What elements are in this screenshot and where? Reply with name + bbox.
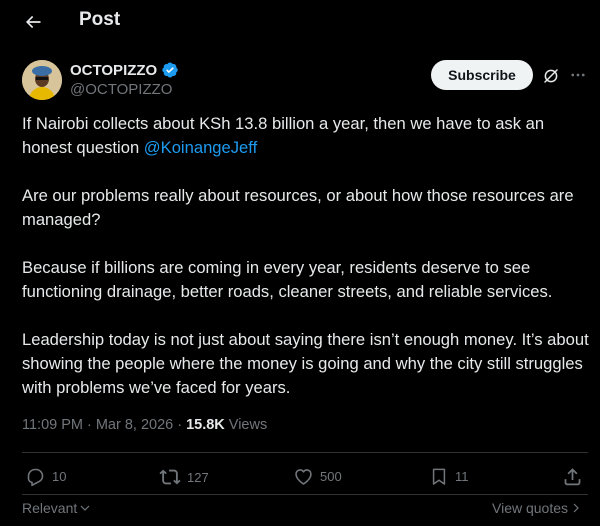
reply-icon xyxy=(27,468,44,487)
chevron-down-icon xyxy=(80,505,90,511)
tweet-time[interactable]: 11:09 PM xyxy=(22,417,83,433)
views-count[interactable]: 15.8K xyxy=(186,417,225,433)
sort-replies-dropdown[interactable]: Relevant xyxy=(22,500,91,516)
grok-icon xyxy=(544,69,558,83)
tweet-paragraph: Leadership today is not just about sayin… xyxy=(22,330,589,397)
like-count: 500 xyxy=(320,469,342,484)
grok-button[interactable] xyxy=(540,65,562,87)
repost-count: 127 xyxy=(187,469,209,485)
repost-icon xyxy=(159,469,181,485)
bookmark-count: 11 xyxy=(455,469,469,484)
tweet-paragraph: If Nairobi collects about KSh 13.8 billi… xyxy=(22,112,592,160)
divider xyxy=(22,452,588,453)
tweet-text: If Nairobi collects about KSh 13.8 billi… xyxy=(22,112,592,424)
repost-button[interactable]: 127 xyxy=(159,466,209,488)
heart-icon xyxy=(295,469,312,485)
arrow-left-icon xyxy=(26,15,41,29)
back-button[interactable] xyxy=(20,9,46,35)
bookmark-icon xyxy=(432,468,446,485)
more-dots-icon xyxy=(571,73,585,77)
author-handle[interactable]: @OCTOPIZZO xyxy=(70,81,172,98)
meta-separator: · xyxy=(87,417,92,433)
page-title: Post xyxy=(79,9,121,30)
mention-link[interactable]: @KoinangeJeff xyxy=(144,138,257,157)
share-button[interactable] xyxy=(562,466,583,487)
author-name-row[interactable]: OCTOPIZZO xyxy=(70,61,179,79)
views-label: Views xyxy=(228,417,268,433)
tweet-text-span: If Nairobi collects about KSh 13.8 billi… xyxy=(22,114,545,157)
author-name[interactable]: OCTOPIZZO xyxy=(70,62,157,79)
tweet-paragraph: Are our problems really about resources,… xyxy=(22,186,574,229)
sort-label: Relevant xyxy=(22,500,78,516)
divider xyxy=(22,494,588,495)
reply-count: 10 xyxy=(52,469,67,484)
view-quotes-link[interactable]: View quotes xyxy=(492,500,582,516)
chevron-right-icon xyxy=(573,503,579,513)
top-bar: Post xyxy=(0,0,600,44)
more-options-button[interactable] xyxy=(568,65,588,85)
action-bar: 10 127 500 11 xyxy=(22,466,588,490)
meta-separator: · xyxy=(177,417,183,433)
view-quotes-label: View quotes xyxy=(492,500,569,516)
like-button[interactable]: 500 xyxy=(293,466,342,487)
avatar[interactable] xyxy=(22,60,62,100)
verified-badge-icon xyxy=(162,62,178,78)
bookmark-button[interactable]: 11 xyxy=(429,466,469,487)
tweet-meta: 11:09 PM · Mar 8, 2026 · 15.8K Views xyxy=(22,417,267,433)
tweet-date[interactable]: Mar 8, 2026 xyxy=(96,417,173,433)
reply-button[interactable]: 10 xyxy=(25,466,66,487)
tweet-paragraph: Because if billions are coming in every … xyxy=(22,258,553,301)
subscribe-button[interactable]: Subscribe xyxy=(431,60,533,90)
share-icon xyxy=(564,468,581,486)
